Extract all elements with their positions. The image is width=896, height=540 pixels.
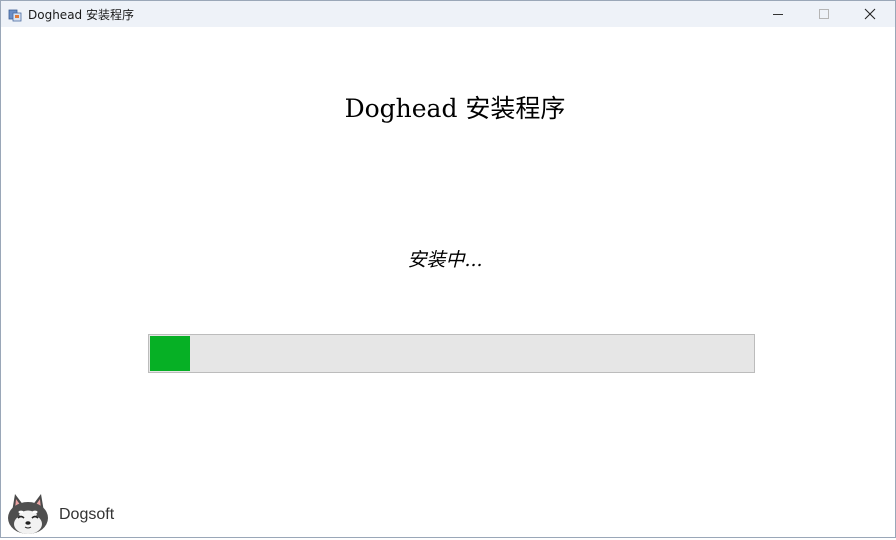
close-icon (864, 8, 876, 20)
window-title: Doghead 安装程序 (28, 8, 134, 22)
progress-fill (150, 336, 190, 371)
dog-logo-icon (5, 492, 51, 536)
install-progress-bar (148, 334, 755, 373)
title-bar[interactable]: Doghead 安装程序 (1, 1, 895, 27)
close-button[interactable] (847, 1, 893, 27)
maximize-button[interactable] (801, 1, 847, 27)
brand-name: Dogsoft (59, 506, 115, 523)
page-title: Doghead 安装程序 (344, 94, 566, 123)
minimize-icon (773, 14, 783, 15)
installer-window: Doghead 安装程序 Doghead 安装程序 安装中... Dogsoft (0, 0, 896, 538)
install-status-text: 安装中... (407, 249, 483, 271)
maximize-icon (819, 9, 829, 19)
minimize-button[interactable] (755, 1, 801, 27)
installer-icon (8, 7, 22, 22)
